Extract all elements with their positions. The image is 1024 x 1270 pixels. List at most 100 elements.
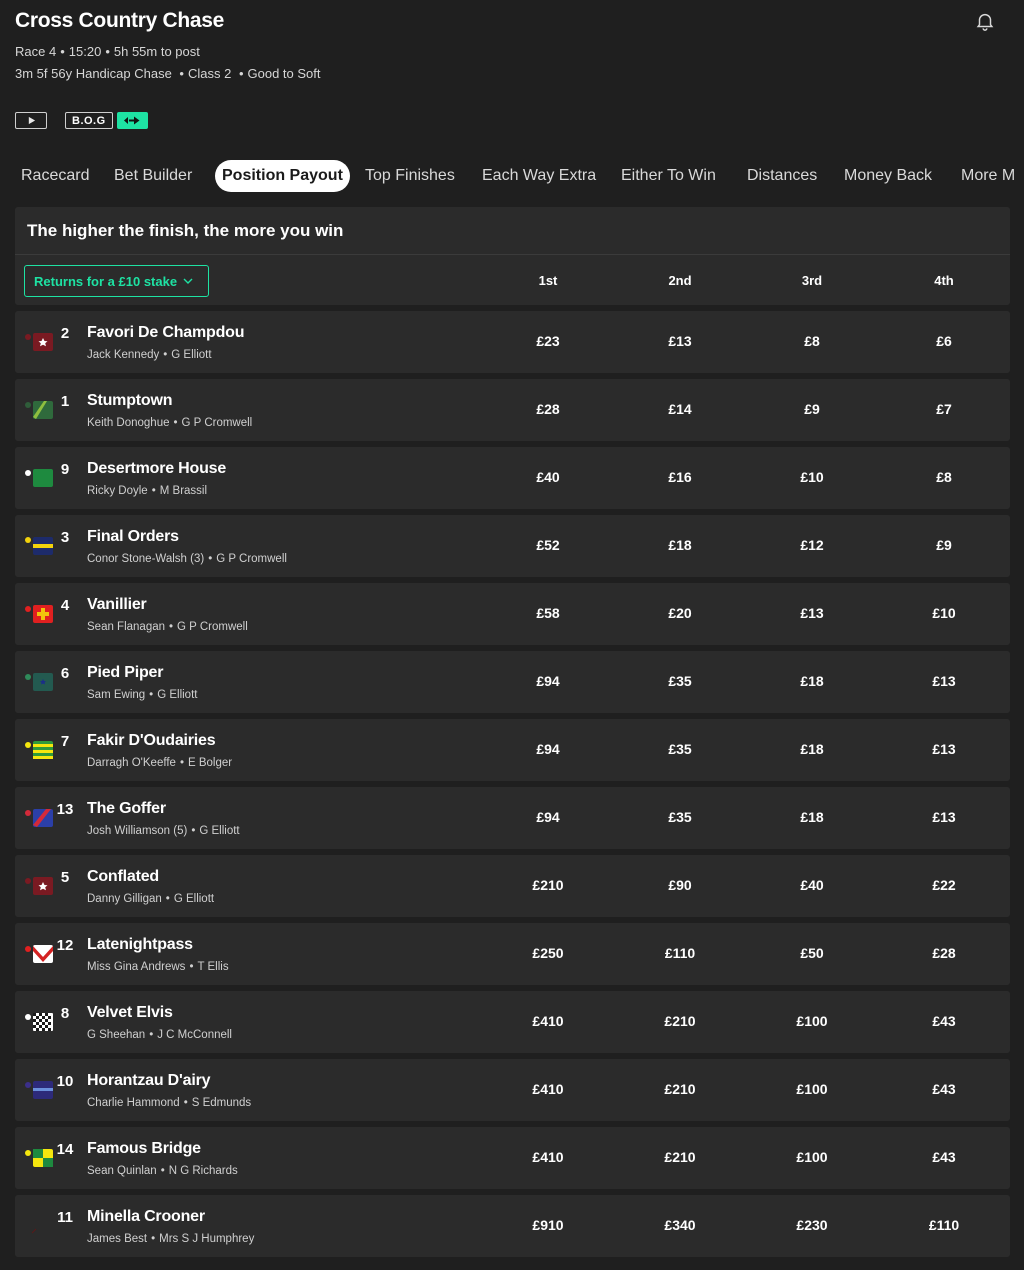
runner-row: 12 Latenightpass Miss Gina Andrews • T Ellis… xyxy=(15,923,1010,985)
payout-2nd[interactable]: £35 xyxy=(645,673,715,689)
payout-2nd[interactable]: £110 xyxy=(645,945,715,961)
tab-distances[interactable]: Distances xyxy=(747,160,817,192)
payout-2nd[interactable]: £35 xyxy=(645,809,715,825)
payout-1st[interactable]: £23 xyxy=(513,333,583,349)
time-to-post: 5h 55m to post xyxy=(113,44,200,59)
payout-3rd[interactable]: £10 xyxy=(777,469,847,485)
runner-row: 4 Vanillier Sean Flanagan • G P Cromwell £58 £… xyxy=(15,583,1010,645)
jockey-name: Jack Kennedy xyxy=(87,349,160,361)
payout-1st[interactable]: £210 xyxy=(513,877,583,893)
runner-number: 7 xyxy=(60,733,70,750)
horse-name[interactable]: Final Orders xyxy=(87,528,179,546)
payout-4th[interactable]: £8 xyxy=(909,469,979,485)
payout-2nd[interactable]: £340 xyxy=(645,1217,715,1233)
payout-3rd[interactable]: £13 xyxy=(777,605,847,621)
payout-1st[interactable]: £410 xyxy=(513,1149,583,1165)
payout-4th[interactable]: £6 xyxy=(909,333,979,349)
horse-name[interactable]: Favori De Champdou xyxy=(87,324,245,342)
payout-1st[interactable]: £94 xyxy=(513,741,583,757)
payout-1st[interactable]: £910 xyxy=(513,1217,583,1233)
payout-3rd[interactable]: £230 xyxy=(777,1217,847,1233)
payout-4th[interactable]: £110 xyxy=(909,1217,979,1233)
horse-name[interactable]: Fakir D'Oudairies xyxy=(87,732,216,750)
payout-3rd[interactable]: £8 xyxy=(777,333,847,349)
payout-3rd[interactable]: £9 xyxy=(777,401,847,417)
payout-4th[interactable]: £13 xyxy=(909,809,979,825)
race-time: 15:20 xyxy=(68,44,102,59)
horse-name[interactable]: Stumptown xyxy=(87,392,172,410)
payout-4th[interactable]: £43 xyxy=(909,1081,979,1097)
runner-row: 7 Fakir D'Oudairies Darragh O'Keeffe • E Bol… xyxy=(15,719,1010,781)
jockey-trainer: Keith Donoghue • G P Cromwell xyxy=(87,417,253,429)
bog-badge: B.O.G xyxy=(65,112,113,129)
payout-3rd[interactable]: £18 xyxy=(777,741,847,757)
payout-2nd[interactable]: £90 xyxy=(645,877,715,893)
payout-2nd[interactable]: £20 xyxy=(645,605,715,621)
payout-4th[interactable]: £7 xyxy=(909,401,979,417)
stake-selector-button[interactable]: Returns for a £10 stake xyxy=(24,265,209,297)
payout-3rd[interactable]: £12 xyxy=(777,537,847,553)
tab-top-finishes[interactable]: Top Finishes xyxy=(365,160,455,192)
payout-1st[interactable]: £28 xyxy=(513,401,583,417)
payout-2nd[interactable]: £210 xyxy=(645,1013,715,1029)
payout-2nd[interactable]: £18 xyxy=(645,537,715,553)
play-stream-button[interactable] xyxy=(15,112,47,129)
tab-more-markets[interactable]: More M xyxy=(961,160,1015,192)
horse-name[interactable]: Pied Piper xyxy=(87,664,163,682)
going: Good to Soft xyxy=(247,66,321,81)
horse-name[interactable]: Desertmore House xyxy=(87,460,226,478)
payout-4th[interactable]: £13 xyxy=(909,673,979,689)
horse-name[interactable]: Vanillier xyxy=(87,596,147,614)
horse-name[interactable]: Velvet Elvis xyxy=(87,1004,173,1022)
payout-1st[interactable]: £58 xyxy=(513,605,583,621)
tab-racecard[interactable]: Racecard xyxy=(21,160,89,192)
payout-3rd[interactable]: £40 xyxy=(777,877,847,893)
jockey-name: Sean Quinlan xyxy=(87,1165,157,1177)
payout-4th[interactable]: £13 xyxy=(909,741,979,757)
payout-2nd[interactable]: £210 xyxy=(645,1149,715,1165)
bell-icon[interactable] xyxy=(974,10,996,32)
payout-1st[interactable]: £410 xyxy=(513,1013,583,1029)
payout-2nd[interactable]: £14 xyxy=(645,401,715,417)
horse-name[interactable]: Famous Bridge xyxy=(87,1140,201,1158)
tab-either-to-win[interactable]: Either To Win xyxy=(621,160,716,192)
tab-money-back[interactable]: Money Back xyxy=(844,160,932,192)
payout-1st[interactable]: £40 xyxy=(513,469,583,485)
payout-3rd[interactable]: £18 xyxy=(777,673,847,689)
payout-3rd[interactable]: £100 xyxy=(777,1149,847,1165)
horse-name[interactable]: Conflated xyxy=(87,868,159,886)
payout-3rd[interactable]: £18 xyxy=(777,809,847,825)
payout-4th[interactable]: £28 xyxy=(909,945,979,961)
payout-2nd[interactable]: £16 xyxy=(645,469,715,485)
jockey-silk-icon xyxy=(25,877,53,895)
payout-4th[interactable]: £22 xyxy=(909,877,979,893)
payout-4th[interactable]: £43 xyxy=(909,1149,979,1165)
runner-number: 1 xyxy=(60,393,70,410)
tab-bet-builder[interactable]: Bet Builder xyxy=(114,160,192,192)
tab-position-payout[interactable]: Position Payout xyxy=(215,160,350,192)
payout-1st[interactable]: £250 xyxy=(513,945,583,961)
jockey-name: G Sheehan xyxy=(87,1029,146,1041)
jockey-name: Miss Gina Andrews xyxy=(87,961,186,973)
payout-4th[interactable]: £10 xyxy=(909,605,979,621)
payout-2nd[interactable]: £13 xyxy=(645,333,715,349)
horse-name[interactable]: Minella Crooner xyxy=(87,1208,205,1226)
horse-name[interactable]: Horantzau D'airy xyxy=(87,1072,211,1090)
payout-4th[interactable]: £9 xyxy=(909,537,979,553)
payout-3rd[interactable]: £50 xyxy=(777,945,847,961)
horse-name[interactable]: The Goffer xyxy=(87,800,166,818)
jockey-name: James Best xyxy=(87,1233,148,1245)
jockey-silk-icon xyxy=(25,333,53,351)
payout-2nd[interactable]: £35 xyxy=(645,741,715,757)
tab-each-way-extra[interactable]: Each Way Extra xyxy=(482,160,596,192)
payout-1st[interactable]: £94 xyxy=(513,809,583,825)
payout-1st[interactable]: £52 xyxy=(513,537,583,553)
trainer-name: Mrs S J Humphrey xyxy=(159,1233,255,1245)
payout-2nd[interactable]: £210 xyxy=(645,1081,715,1097)
payout-3rd[interactable]: £100 xyxy=(777,1013,847,1029)
payout-1st[interactable]: £94 xyxy=(513,673,583,689)
horse-name[interactable]: Latenightpass xyxy=(87,936,193,954)
payout-1st[interactable]: £410 xyxy=(513,1081,583,1097)
payout-3rd[interactable]: £100 xyxy=(777,1081,847,1097)
payout-4th[interactable]: £43 xyxy=(909,1013,979,1029)
